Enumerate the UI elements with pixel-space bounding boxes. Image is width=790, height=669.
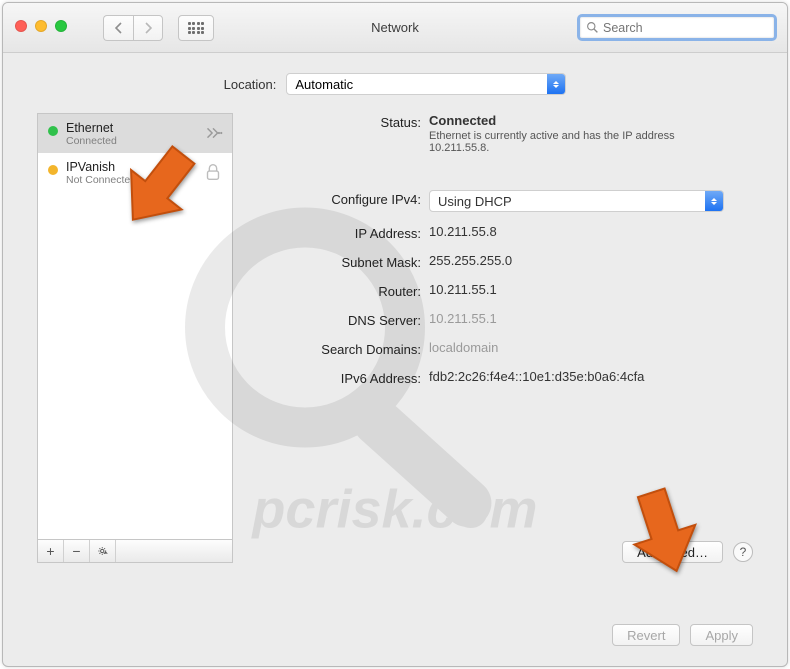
location-row: Location: Automatic [37, 73, 753, 95]
status-dot-icon [48, 126, 58, 136]
ip-address-label: IP Address: [249, 224, 429, 241]
search-domains-label: Search Domains: [249, 340, 429, 357]
subnet-row: Subnet Mask: 255.255.255.0 [249, 253, 753, 270]
detail-pane: Status: Connected Ethernet is currently … [249, 113, 753, 563]
advanced-button[interactable]: Advanced… [622, 541, 723, 563]
grid-icon [188, 22, 205, 34]
search-domains-value: localdomain [429, 340, 753, 355]
configure-ipv4-label: Configure IPv4: [249, 190, 429, 207]
revert-button[interactable]: Revert [612, 624, 680, 646]
search-icon [586, 21, 599, 34]
status-row: Status: Connected Ethernet is currently … [249, 113, 753, 154]
sidebar-wrap: Ethernet Connected IPVanish Not Connecte… [37, 113, 233, 563]
status-dot-icon [48, 165, 58, 175]
sidebar-footer: + − [37, 539, 233, 563]
zoom-window-button[interactable] [55, 20, 67, 32]
lock-icon [202, 161, 224, 183]
location-label: Location: [224, 77, 277, 92]
interface-status: Connected [66, 135, 222, 147]
dns-server-label: DNS Server: [249, 311, 429, 328]
status-value: Connected [429, 113, 753, 128]
subnet-mask-value: 255.255.255.0 [429, 253, 753, 268]
chevron-up-down-icon [547, 74, 565, 94]
remove-interface-button[interactable]: − [64, 540, 90, 562]
ipv6-address-value: fdb2:2c26:f4e4::10e1:d35e:b0a6:4cfa [429, 369, 753, 384]
status-label: Status: [249, 113, 429, 130]
dns-server-value: 10.211.55.1 [429, 311, 753, 326]
ip-address-value: 10.211.55.8 [429, 224, 753, 239]
close-window-button[interactable] [15, 20, 27, 32]
minimize-window-button[interactable] [35, 20, 47, 32]
status-description: Ethernet is currently active and has the… [429, 130, 709, 154]
interface-name: Ethernet [66, 121, 222, 135]
columns: Ethernet Connected IPVanish Not Connecte… [37, 113, 753, 563]
location-value: Automatic [295, 77, 353, 92]
dns-row: DNS Server: 10.211.55.1 [249, 311, 753, 328]
configure-row: Configure IPv4: Using DHCP [249, 190, 753, 212]
subnet-mask-label: Subnet Mask: [249, 253, 429, 270]
ipv6-address-label: IPv6 Address: [249, 369, 429, 386]
network-preferences-window: Network pcrisk.com Location: Automatic [2, 2, 788, 667]
footer-buttons: Revert Apply [612, 624, 753, 646]
interface-status: Not Connected [66, 174, 222, 186]
location-select[interactable]: Automatic [286, 73, 566, 95]
sidebar-item-ipvanish[interactable]: IPVanish Not Connected [38, 153, 232, 192]
chevron-right-icon [144, 22, 152, 34]
ip-row: IP Address: 10.211.55.8 [249, 224, 753, 241]
body: pcrisk.com Location: Automatic Ethernet … [3, 53, 787, 666]
search-input[interactable] [603, 21, 763, 35]
sidebar-item-ethernet[interactable]: Ethernet Connected [38, 114, 232, 153]
search-domains-row: Search Domains: localdomain [249, 340, 753, 357]
router-label: Router: [249, 282, 429, 299]
forward-button[interactable] [133, 15, 163, 41]
apply-button[interactable]: Apply [690, 624, 753, 646]
back-button[interactable] [103, 15, 133, 41]
configure-ipv4-select[interactable]: Using DHCP [429, 190, 724, 212]
interface-actions-button[interactable] [90, 540, 116, 562]
show-all-button[interactable] [178, 15, 214, 41]
gear-icon [97, 545, 109, 557]
traffic-lights [15, 20, 67, 32]
detail-bottom-row: Advanced… ? [622, 541, 753, 563]
titlebar: Network [3, 3, 787, 53]
interface-list: Ethernet Connected IPVanish Not Connecte… [37, 113, 233, 539]
chevron-left-icon [115, 22, 123, 34]
window-title: Network [371, 20, 419, 35]
router-row: Router: 10.211.55.1 [249, 282, 753, 299]
ipv6-row: IPv6 Address: fdb2:2c26:f4e4::10e1:d35e:… [249, 369, 753, 386]
help-button[interactable]: ? [733, 542, 753, 562]
interface-name: IPVanish [66, 160, 222, 174]
nav-buttons [103, 15, 163, 41]
add-interface-button[interactable]: + [38, 540, 64, 562]
search-field[interactable] [577, 14, 777, 41]
router-value: 10.211.55.1 [429, 282, 753, 297]
chevron-up-down-icon [705, 191, 723, 211]
ethernet-icon [202, 122, 224, 144]
configure-ipv4-value: Using DHCP [438, 194, 512, 209]
